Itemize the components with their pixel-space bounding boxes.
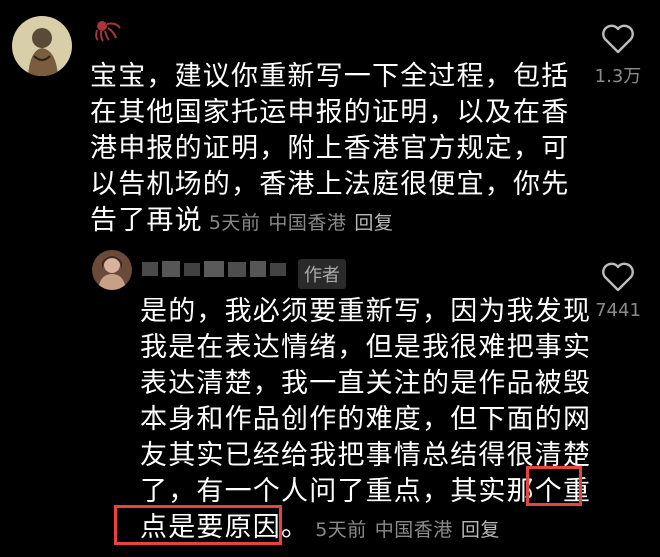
- comment-line-last: 告了再说 5天前 中国香港 回复: [90, 203, 569, 239]
- comment-line: 宝宝，建议你重新写一下全过程，包括: [90, 61, 570, 92]
- like-button[interactable]: 1.3万: [588, 24, 648, 88]
- comment-line: 友其实已经给我把事情总结得很清楚: [140, 440, 592, 471]
- comment-meta: 5天前 中国香港 回复: [309, 519, 500, 541]
- highlight-box-top: [526, 466, 582, 506]
- author-tag: 作者: [298, 259, 346, 289]
- comment-time: 5天前: [208, 212, 261, 234]
- author-username[interactable]: [142, 258, 292, 280]
- comment-body: 宝宝，建议你重新写一下全过程，包括 在其他国家托运申报的证明，以及在香 港申报的…: [90, 59, 569, 239]
- comment-time: 5天前: [315, 519, 367, 541]
- comment-location: 中国香港: [374, 519, 453, 541]
- like-count: 7441: [595, 300, 641, 321]
- highlight-box-bottom: [114, 505, 282, 545]
- comment-line: 港申报的证明，附上香港官方规定，可: [90, 133, 570, 164]
- like-count: 1.3万: [594, 66, 642, 87]
- comment-meta: 5天前 中国香港 回复: [203, 212, 394, 234]
- reply-button[interactable]: 回复: [461, 519, 500, 541]
- reply-button[interactable]: 回复: [354, 212, 393, 234]
- username-octopus-icon[interactable]: [92, 18, 122, 46]
- avatar[interactable]: [12, 16, 72, 76]
- like-button[interactable]: 7441: [588, 262, 648, 321]
- comment-line: 本身和作品创作的难度，但下面的网: [140, 404, 592, 435]
- heart-outline-icon: [602, 262, 634, 292]
- avatar[interactable]: [92, 250, 132, 290]
- comment-location: 中国香港: [268, 212, 347, 234]
- comment-line: 以告机场的，香港上法庭很便宜，你先: [90, 169, 570, 200]
- comment-line: 在其他国家托运申报的证明，以及在香: [90, 97, 570, 128]
- comment-line: 是的，我必须要重新写，因为我发现: [140, 296, 592, 327]
- comment-line: 我是在表达情绪，但是我很难把事实: [140, 332, 592, 363]
- comment-line-text: 告了再说: [90, 205, 203, 236]
- comment-line: 表达清楚，我一直关注的是作品被毁: [140, 368, 592, 399]
- heart-outline-icon: [602, 24, 634, 54]
